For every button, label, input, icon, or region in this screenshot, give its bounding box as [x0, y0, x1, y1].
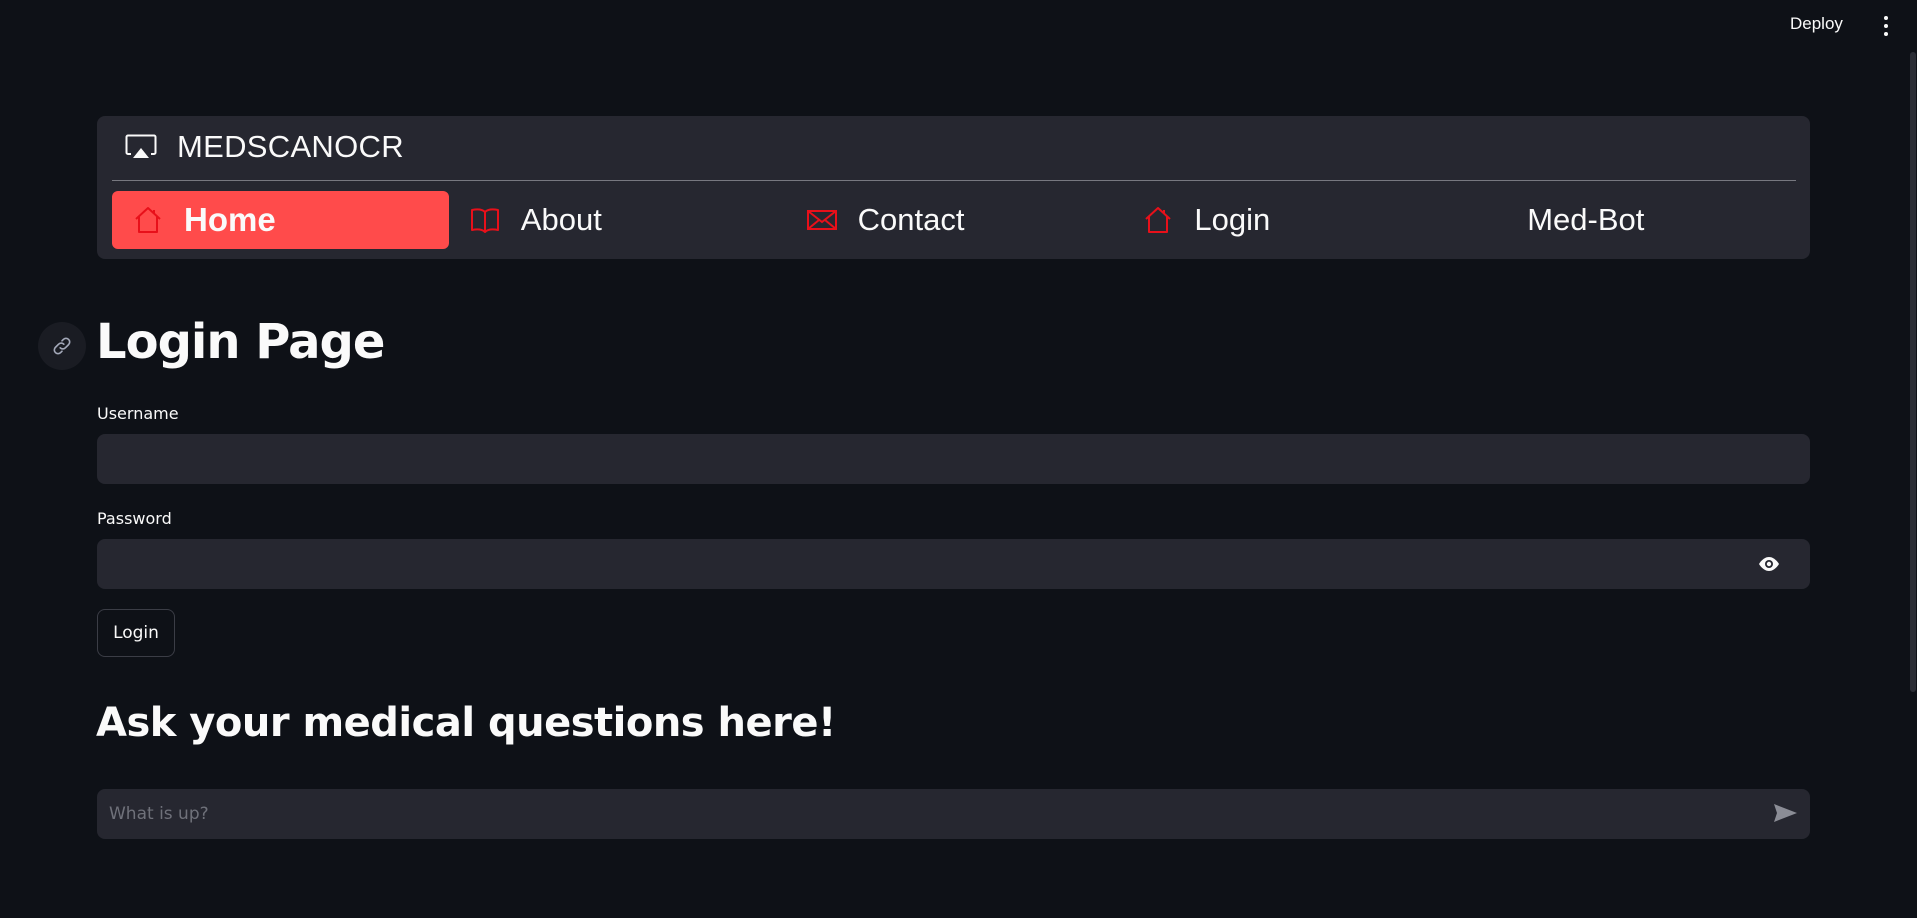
- nav-item-about[interactable]: About: [449, 191, 786, 249]
- option-menu: MEDSCANOCR Home About Contact Login Med-…: [97, 116, 1810, 259]
- nav-item-home[interactable]: Home: [112, 191, 449, 249]
- house-icon: [1145, 207, 1172, 233]
- airplay-icon: [125, 134, 157, 158]
- book-icon: [470, 208, 499, 233]
- nav-tabs: Home About Contact Login Med-Bot: [112, 191, 1796, 249]
- deploy-button[interactable]: Deploy: [1790, 14, 1843, 34]
- house-icon: [135, 207, 161, 233]
- nav-label: Home: [184, 201, 276, 238]
- link-icon-glyph: [53, 337, 71, 355]
- nav-label: Med-Bot: [1527, 202, 1645, 237]
- chat-input[interactable]: [97, 789, 1810, 839]
- link-icon[interactable]: [38, 322, 86, 370]
- send-icon[interactable]: [1772, 801, 1798, 825]
- eye-icon[interactable]: [1756, 552, 1782, 576]
- login-button[interactable]: Login: [97, 609, 175, 657]
- nav-label: Contact: [857, 202, 965, 237]
- envelope-icon: [806, 210, 837, 230]
- scrollbar[interactable]: [1910, 52, 1916, 692]
- vertical-ellipsis-icon[interactable]: [1882, 16, 1890, 36]
- divider: [112, 180, 1796, 181]
- nav-label: Login: [1194, 202, 1271, 237]
- password-input[interactable]: [97, 539, 1810, 589]
- chat-heading: Ask your medical questions here!: [96, 700, 836, 746]
- page-title: Login Page: [96, 314, 385, 370]
- app-header: Deploy: [0, 0, 1917, 52]
- brand-title: MEDSCANOCR: [177, 129, 404, 164]
- nav-item-med-bot[interactable]: Med-Bot: [1459, 191, 1796, 249]
- password-label: Password: [97, 509, 172, 528]
- username-label: Username: [97, 404, 179, 423]
- nav-item-login[interactable]: Login: [1122, 191, 1459, 249]
- brand: MEDSCANOCR: [125, 129, 404, 164]
- username-input[interactable]: [97, 434, 1810, 484]
- nav-label: About: [520, 202, 602, 237]
- nav-item-contact[interactable]: Contact: [786, 191, 1123, 249]
